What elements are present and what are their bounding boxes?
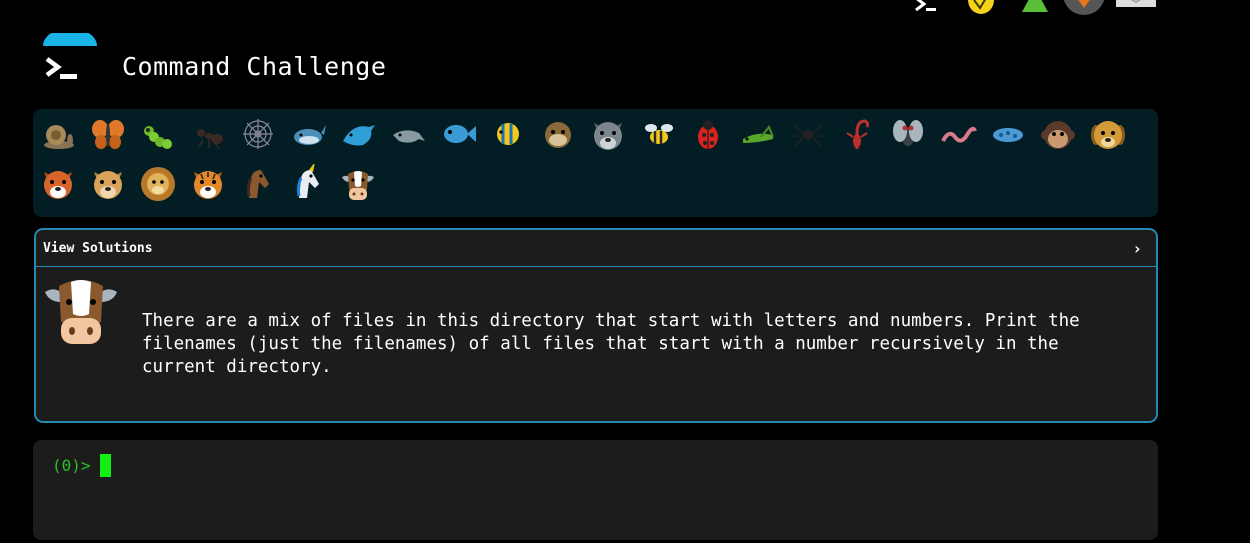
level-bee-icon[interactable] [639, 115, 677, 153]
level-unicorn-icon[interactable] [289, 164, 327, 202]
level-pufferfish-icon[interactable] [539, 115, 577, 153]
terminal[interactable]: (0)> [33, 440, 1158, 540]
level-spider-icon[interactable] [789, 115, 827, 153]
terminal-prompt-icon[interactable] [908, 0, 942, 16]
level-wolf-icon[interactable] [589, 115, 627, 153]
level-worm-icon[interactable] [939, 115, 977, 153]
level-scorpion-icon[interactable] [839, 115, 877, 153]
level-dolphin-icon[interactable] [339, 115, 377, 153]
level-caterpillar-icon[interactable] [139, 115, 177, 153]
level-snail-icon[interactable] [39, 115, 77, 153]
level-cat-icon[interactable] [89, 164, 127, 202]
level-fly-icon[interactable] [889, 115, 927, 153]
level-ladybug-icon[interactable] [689, 115, 727, 153]
terminal-cursor [100, 454, 111, 477]
level-fox-icon[interactable] [39, 164, 77, 202]
level-butterfly-icon[interactable] [89, 115, 127, 153]
level-microbe-icon[interactable] [989, 115, 1027, 153]
level-dog-icon[interactable] [1089, 115, 1127, 153]
lightbulb-icon[interactable] [964, 0, 998, 16]
level-tiger-icon[interactable] [189, 164, 227, 202]
chevron-right-icon[interactable]: › [1132, 239, 1142, 258]
level-fish-icon[interactable] [439, 115, 477, 153]
challenge-description: There are a mix of files in this directo… [142, 311, 1080, 377]
view-solutions-toggle[interactable]: View Solutions › [36, 230, 1156, 267]
level-monkey-icon[interactable] [1039, 115, 1077, 153]
level-picker [33, 109, 1158, 217]
level-cow-icon[interactable] [339, 164, 377, 202]
level-spider-web-icon[interactable] [239, 115, 277, 153]
page-title: Command Challenge [122, 52, 387, 81]
command-input[interactable] [115, 452, 1119, 480]
avatar-icon[interactable] [1062, 0, 1106, 16]
level-dolphin-grey-icon[interactable] [389, 115, 427, 153]
level-grasshopper-icon[interactable] [739, 115, 777, 153]
mail-icon[interactable] [1114, 0, 1158, 16]
cow-avatar-icon [45, 280, 117, 344]
level-whale-icon[interactable] [289, 115, 327, 153]
level-ant-icon[interactable] [189, 115, 227, 153]
level-horse-icon[interactable] [239, 164, 277, 202]
view-solutions-label: View Solutions [43, 240, 153, 256]
challenge-card: View Solutions › There are a mix of file… [34, 228, 1158, 423]
level-tropical-fish-icon[interactable] [489, 115, 527, 153]
terminal-prompt-icon[interactable] [40, 33, 100, 88]
tree-icon[interactable] [1018, 0, 1052, 16]
level-lion-icon[interactable] [139, 164, 177, 202]
terminal-prompt: (0)> [52, 456, 91, 475]
